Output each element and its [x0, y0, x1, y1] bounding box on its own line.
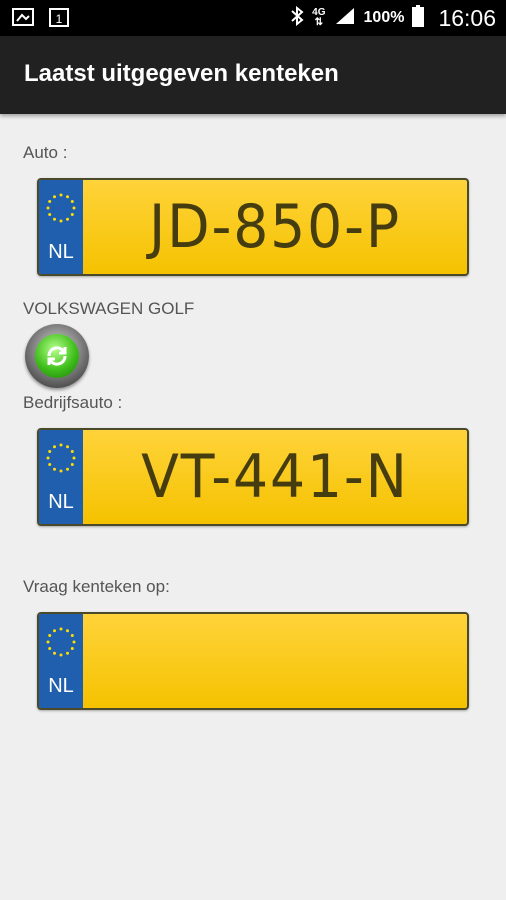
- auto-license-plate: NL JD-850-P: [37, 178, 469, 276]
- auto-label: Auto :: [23, 143, 68, 162]
- company-license-plate: NL VT-441-N: [37, 428, 469, 526]
- battery-percentage: 100%: [363, 9, 405, 26]
- plate-country-code: NL: [48, 675, 74, 697]
- calendar-icon: 1: [48, 7, 70, 27]
- eu-flag-band: NL: [39, 180, 83, 274]
- plate-number-input-text[interactable]: [98, 614, 451, 708]
- company-car-label: Bedrijfsauto :: [23, 393, 123, 412]
- signal-icon: [334, 6, 356, 31]
- eu-stars-icon: [46, 193, 76, 223]
- query-plate-input[interactable]: NL: [37, 612, 469, 710]
- query-label: Vraag kenteken op:: [23, 577, 170, 596]
- app-bar: Laatst uitgegeven kenteken: [0, 36, 506, 114]
- network-type-icon: 4G ⇅: [312, 7, 326, 28]
- page-title: Laatst uitgegeven kenteken: [24, 60, 339, 87]
- plate-country-code: NL: [48, 491, 74, 513]
- screenshot-icon: [12, 7, 34, 27]
- battery-icon: [412, 4, 425, 32]
- car-model: VOLKSWAGEN GOLF: [23, 299, 195, 318]
- refresh-button[interactable]: [25, 324, 89, 388]
- eu-stars-icon: [46, 443, 76, 473]
- plate-number: VT-441-N: [141, 442, 409, 512]
- eu-flag-band: NL: [39, 614, 83, 708]
- eu-flag-band: NL: [39, 430, 83, 524]
- bluetooth-icon: [290, 5, 304, 31]
- svg-text:1: 1: [56, 12, 63, 26]
- eu-stars-icon: [46, 627, 76, 657]
- plate-number: JD-850-P: [149, 192, 401, 262]
- refresh-icon: [35, 334, 79, 378]
- status-bar: 1 4G ⇅ 100% 16:06: [0, 0, 506, 36]
- clock: 16:06: [438, 4, 496, 31]
- plate-country-code: NL: [48, 241, 74, 263]
